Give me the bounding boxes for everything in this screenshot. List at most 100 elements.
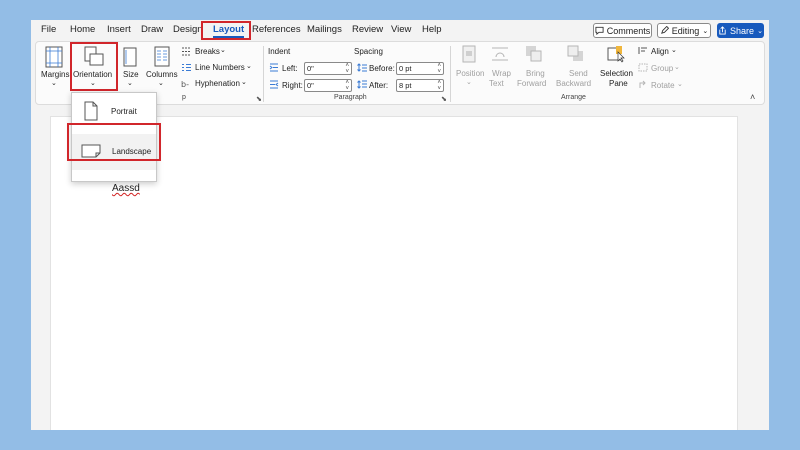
pencil-icon xyxy=(660,26,669,34)
tab-insert[interactable]: Insert xyxy=(107,24,131,35)
group-divider xyxy=(450,46,451,102)
wrap-text-label-2[interactable]: Text xyxy=(489,79,504,88)
indent-right-icon xyxy=(270,80,279,89)
spinner-arrows-icon[interactable]: ˄ ˅ xyxy=(345,80,349,92)
size-button[interactable] xyxy=(122,46,138,68)
tab-file[interactable]: File xyxy=(41,24,56,35)
group-icon xyxy=(638,63,648,72)
share-button[interactable]: Share ⌄ xyxy=(717,23,764,38)
indent-heading: Indent xyxy=(268,47,291,56)
tab-view[interactable]: View xyxy=(391,24,411,35)
orientation-label: Orientation xyxy=(73,70,113,79)
breaks-button[interactable]: Breaks xyxy=(195,47,220,56)
chevron-down-icon: ⌄ xyxy=(220,47,226,54)
document-text[interactable]: Aassd xyxy=(112,183,140,194)
position-icon xyxy=(462,45,476,63)
selection-pane-label-1[interactable]: Selection xyxy=(600,69,633,78)
chevron-down-icon: ⌄ xyxy=(674,64,680,71)
size-label: Size xyxy=(123,70,139,79)
spacing-after-label: After: xyxy=(369,81,389,90)
chevron-down-icon: ⌄ xyxy=(90,80,96,87)
selection-pane-label-2[interactable]: Pane xyxy=(609,79,628,88)
spacing-after-input[interactable]: 8 pt ˄ ˅ xyxy=(396,79,444,92)
chevron-down-icon: ⌄ xyxy=(51,80,57,87)
align-button[interactable]: Align xyxy=(651,47,669,56)
orientation-button[interactable] xyxy=(83,46,105,68)
orientation-icon xyxy=(84,46,104,66)
wrap-text-label-1[interactable]: Wrap xyxy=(492,69,511,78)
bring-forward-label-1[interactable]: Bring xyxy=(526,69,545,78)
spacing-before-input[interactable]: 0 pt ˄ ˅ xyxy=(396,62,444,75)
bring-forward-label-2[interactable]: Forward xyxy=(517,79,546,88)
landscape-label: Landscape xyxy=(112,147,152,156)
group-divider xyxy=(263,46,264,102)
comments-label: Comments xyxy=(606,25,651,36)
rotate-button[interactable]: Rotate xyxy=(651,81,675,90)
indent-left-input[interactable]: 0" ˄ ˅ xyxy=(304,62,352,75)
spinner-arrows-icon[interactable]: ˄ ˅ xyxy=(437,63,441,75)
tab-draw[interactable]: Draw xyxy=(141,24,163,35)
editing-label: Editing xyxy=(671,25,700,36)
margins-icon xyxy=(45,46,63,68)
columns-button[interactable] xyxy=(153,46,171,68)
indent-right-value: 0" xyxy=(307,81,314,90)
indent-right-input[interactable]: 0" ˄ ˅ xyxy=(304,79,352,92)
send-backward-label-1[interactable]: Send xyxy=(569,69,588,78)
tab-home[interactable]: Home xyxy=(70,24,95,35)
menu-item-portrait[interactable]: Portrait xyxy=(72,94,156,130)
tab-design[interactable]: Design xyxy=(173,24,203,35)
tab-review[interactable]: Review xyxy=(352,24,383,35)
indent-left-icon xyxy=(269,63,278,72)
arrange-group-label: Arrange xyxy=(561,94,586,101)
page-setup-launcher-icon[interactable]: ⬊ xyxy=(256,95,262,103)
collapse-ribbon-icon[interactable]: ˄ xyxy=(750,92,755,102)
line-numbers-button[interactable]: Line Numbers xyxy=(195,63,245,72)
word-window: File Home Insert Draw Design Layout Refe… xyxy=(31,20,769,430)
margins-button[interactable] xyxy=(43,46,65,68)
hyphenation-button[interactable]: Hyphenation xyxy=(195,79,240,88)
chevron-down-icon: ⌄ xyxy=(671,47,677,54)
page-setup-group-label: p xyxy=(182,94,186,101)
columns-icon xyxy=(154,46,170,67)
breaks-icon xyxy=(182,47,190,56)
indent-left-value: 0" xyxy=(307,64,314,73)
position-button[interactable]: Position xyxy=(456,69,484,78)
chevron-down-icon: ⌄ xyxy=(241,79,247,86)
paragraph-launcher-icon[interactable]: ⬊ xyxy=(441,95,447,103)
tab-help[interactable]: Help xyxy=(422,24,442,35)
paragraph-group-label: Paragraph xyxy=(334,94,367,101)
chevron-down-icon: ⌄ xyxy=(702,27,709,35)
tab-references[interactable]: References xyxy=(252,24,301,35)
margins-label: Margins xyxy=(41,70,70,79)
columns-label: Columns xyxy=(146,70,178,79)
portrait-label: Portrait xyxy=(111,107,137,116)
spinner-arrows-icon[interactable]: ˄ ˅ xyxy=(437,80,441,92)
group-button[interactable]: Group xyxy=(651,64,673,73)
share-icon xyxy=(719,26,726,35)
chevron-down-icon: ⌄ xyxy=(466,79,472,86)
chevron-down-icon: ⌄ xyxy=(757,27,763,35)
svg-text:b-: b- xyxy=(181,80,189,88)
chevron-down-icon: ⌄ xyxy=(246,63,252,70)
editing-button[interactable]: Editing ⌄ xyxy=(657,23,711,38)
comments-button[interactable]: Comments xyxy=(593,23,652,38)
wrap-text-icon xyxy=(492,47,508,61)
spacing-before-label: Before: xyxy=(369,64,395,73)
send-backward-label-2[interactable]: Backward xyxy=(556,79,591,88)
comment-icon xyxy=(595,26,604,35)
tab-mailings[interactable]: Mailings xyxy=(307,24,342,35)
indent-right-label: Right: xyxy=(282,81,303,90)
tab-layout[interactable]: Layout xyxy=(213,24,245,38)
spacing-before-value: 0 pt xyxy=(399,64,412,73)
indent-left-label: Left: xyxy=(282,64,298,73)
align-icon xyxy=(638,47,647,54)
chevron-down-icon: ⌄ xyxy=(127,80,133,87)
chevron-down-icon: ⌄ xyxy=(158,80,164,87)
spinner-arrows-icon[interactable]: ˄ ˅ xyxy=(345,63,349,75)
share-label: Share xyxy=(730,25,755,36)
line-numbers-icon xyxy=(182,64,191,71)
selection-pane-icon xyxy=(607,46,625,63)
rotate-icon xyxy=(639,80,646,88)
spacing-after-value: 8 pt xyxy=(399,81,412,90)
menu-item-landscape[interactable]: Landscape xyxy=(72,134,156,170)
